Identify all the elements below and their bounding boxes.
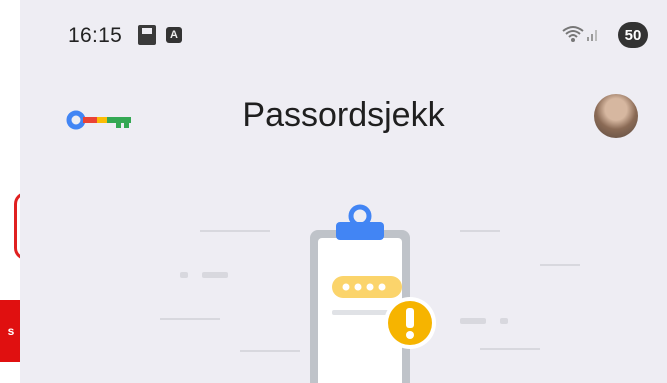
status-time: 16:15 <box>68 24 123 47</box>
wifi-icon <box>562 26 584 42</box>
app-bar: Passordsjekk <box>20 80 667 160</box>
page-title: Passordsjekk <box>242 96 445 134</box>
battery-indicator: 50 <box>618 22 648 48</box>
left-edge-panel: s <box>0 0 27 383</box>
phone-screen: 16:15 A 50 Passordsjekk <box>20 0 667 383</box>
sim-icon <box>138 25 156 45</box>
avatar[interactable] <box>594 94 638 138</box>
password-checkup-illustration <box>160 204 580 383</box>
signal-icon <box>587 30 597 41</box>
status-bar: 16:15 A 50 <box>20 0 667 70</box>
red-tab: s <box>0 300 22 362</box>
a-badge-icon: A <box>166 27 182 43</box>
